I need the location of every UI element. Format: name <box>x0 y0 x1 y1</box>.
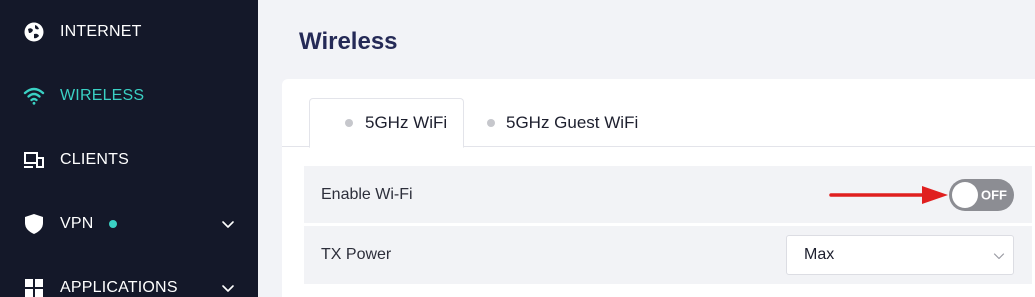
globe-icon <box>23 21 45 43</box>
shield-icon <box>23 213 45 235</box>
sidebar-item-label: WIRELESS <box>60 87 145 104</box>
enable-wifi-label: Enable Wi-Fi <box>321 185 413 203</box>
chevron-down-icon[interactable] <box>221 217 235 231</box>
chevron-down-icon[interactable] <box>221 281 235 295</box>
sidebar-item-vpn[interactable]: VPN <box>0 204 258 244</box>
tx-power-select[interactable]: Max <box>786 235 1014 275</box>
sidebar-item-wireless[interactable]: WIRELESS <box>0 76 258 116</box>
devices-icon <box>23 149 45 171</box>
tab-5ghz-wifi[interactable]: 5GHz WiFi <box>309 98 464 148</box>
sidebar: INTERNET WIRELESS CLIENTS VPN APPLICATIO… <box>0 0 258 297</box>
annotation-arrow-icon <box>829 186 948 204</box>
chevron-down-icon <box>993 249 1005 261</box>
sidebar-item-label: CLIENTS <box>60 151 129 168</box>
sidebar-item-internet[interactable]: INTERNET <box>0 12 258 52</box>
tab-label: 5GHz WiFi <box>365 113 448 132</box>
toggle-state-label: OFF <box>981 187 1007 203</box>
enable-wifi-toggle[interactable]: OFF <box>949 179 1014 211</box>
tab-5ghz-guest-wifi[interactable]: 5GHz Guest WiFi <box>477 98 667 148</box>
sidebar-item-label: VPN <box>60 215 94 232</box>
tab-status-dot <box>487 119 495 127</box>
tx-power-row: TX Power Max <box>304 226 1032 284</box>
sidebar-item-applications[interactable]: APPLICATIONS <box>0 268 258 297</box>
tx-power-value: Max <box>804 246 835 263</box>
tab-status-dot <box>345 119 353 127</box>
sidebar-item-clients[interactable]: CLIENTS <box>0 140 258 180</box>
vpn-status-dot <box>109 220 117 228</box>
tab-bar: 5GHz WiFi 5GHz Guest WiFi <box>282 79 1035 148</box>
wifi-icon <box>23 85 45 107</box>
grid-icon <box>23 277 45 297</box>
sidebar-item-label: INTERNET <box>60 23 142 40</box>
sidebar-item-label: APPLICATIONS <box>60 279 178 296</box>
toggle-knob <box>952 182 978 208</box>
tx-power-label: TX Power <box>321 246 392 263</box>
tab-label: 5GHz Guest WiFi <box>506 113 639 132</box>
page-title: Wireless <box>299 28 398 55</box>
